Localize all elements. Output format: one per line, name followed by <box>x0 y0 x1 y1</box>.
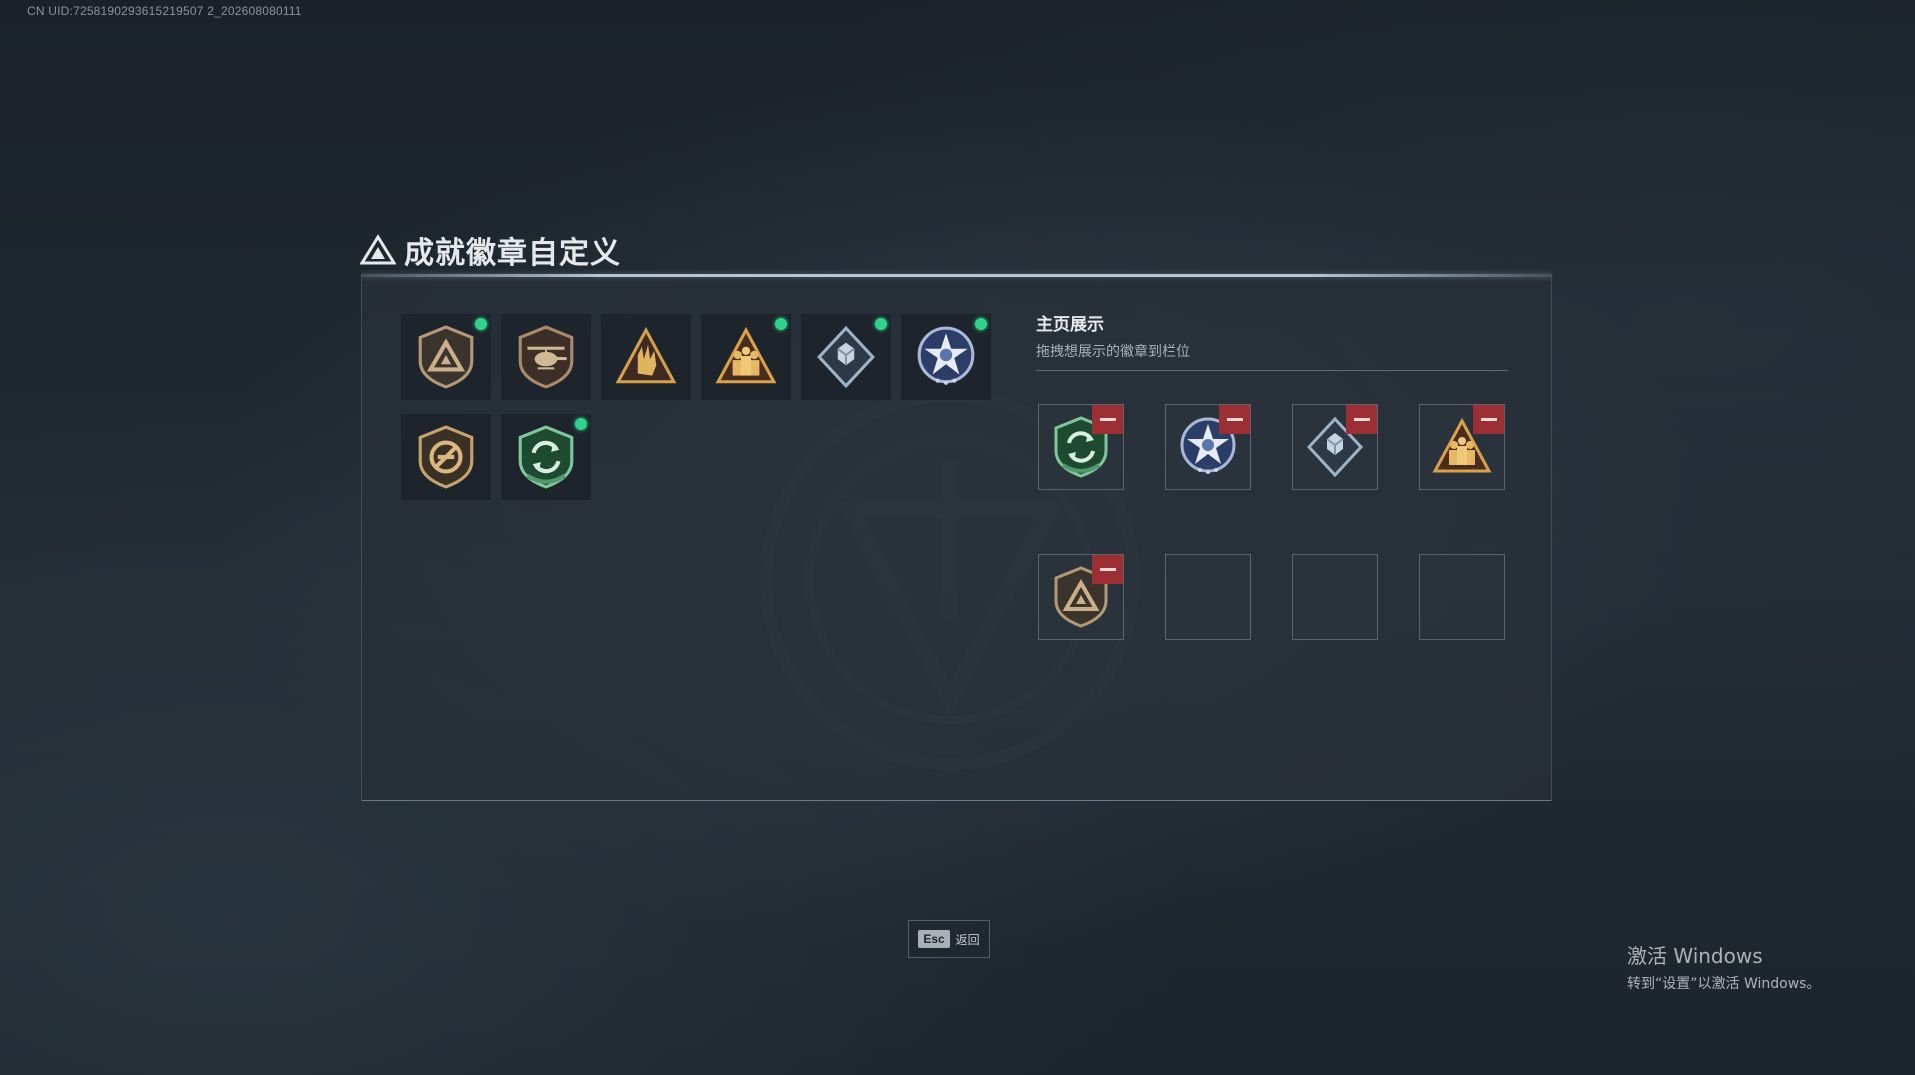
minus-icon <box>1353 418 1370 421</box>
new-indicator-dot <box>475 318 487 330</box>
display-slot-2[interactable] <box>1165 404 1251 490</box>
owned-badge-3[interactable] <box>601 314 691 400</box>
owned-badge-8[interactable] <box>501 414 591 500</box>
panel-bottom-divider <box>362 800 1551 801</box>
display-divider <box>1036 370 1508 371</box>
owned-badge-7[interactable] <box>401 414 491 500</box>
minus-icon <box>1480 418 1497 421</box>
new-indicator-dot <box>875 318 887 330</box>
page-title: 成就徽章自定义 <box>404 236 621 271</box>
windows-activation-watermark: 激活 Windows 转到“设置”以激活 Windows。 <box>1627 940 1820 993</box>
silver-crystal-diamond-badge-icon <box>817 325 875 389</box>
back-label: 返回 <box>955 932 980 947</box>
watermark-subtitle: 转到“设置”以激活 Windows。 <box>1627 976 1821 992</box>
new-indicator-dot <box>975 318 987 330</box>
minus-icon <box>1099 568 1116 571</box>
esc-back-button[interactable]: Esc 返回 <box>908 920 990 958</box>
page-title-bar: 成就徽章自定义 <box>360 228 621 272</box>
remove-badge-button[interactable] <box>1092 555 1123 584</box>
display-slot-8-empty[interactable] <box>1419 554 1505 640</box>
owned-badge-5[interactable] <box>801 314 891 400</box>
esc-key-hint: Esc <box>918 930 950 948</box>
badge-customize-panel: 主页展示 拖拽想展示的徽章到栏位 <box>361 274 1552 801</box>
owned-badge-6[interactable] <box>901 314 991 400</box>
display-slot-7-empty[interactable] <box>1292 554 1378 640</box>
green-cycle-shield-badge-icon <box>518 425 574 489</box>
helicopter-shield-badge-icon <box>518 325 574 389</box>
display-section-subtitle: 拖拽想展示的徽章到栏位 <box>1036 344 1190 360</box>
new-indicator-dot <box>775 318 787 330</box>
display-slot-6-empty[interactable] <box>1165 554 1251 640</box>
user-uid-text: CN UID:7258190293615219507 2_20260808011… <box>27 4 302 18</box>
owned-badge-4[interactable] <box>701 314 791 400</box>
remove-badge-button[interactable] <box>1473 405 1504 434</box>
screen: CN UID:7258190293615219507 2_20260808011… <box>0 0 1915 1075</box>
remove-badge-button[interactable] <box>1346 405 1377 434</box>
watermark-title: 激活 Windows <box>1627 944 1763 968</box>
delta-logo-icon <box>360 234 396 265</box>
remove-badge-button[interactable] <box>1092 405 1123 434</box>
tan-no-gun-shield-badge-icon <box>418 425 474 489</box>
minus-icon <box>1099 418 1116 421</box>
display-slot-1[interactable] <box>1038 404 1124 490</box>
display-slot-3[interactable] <box>1292 404 1378 490</box>
owned-badge-1[interactable] <box>401 314 491 400</box>
gold-hand-sign-badge-icon <box>615 326 677 384</box>
display-slot-5[interactable] <box>1038 554 1124 640</box>
blue-star-medal-badge-icon <box>917 326 975 385</box>
homepage-display-header: 主页展示 拖拽想展示的徽章到栏位 <box>1036 314 1508 361</box>
remove-badge-button[interactable] <box>1219 405 1250 434</box>
gold-soldiers-triangle-badge-icon <box>715 326 777 384</box>
tan-triangle-shield-badge-icon <box>418 325 474 389</box>
display-slot-4[interactable] <box>1419 404 1505 490</box>
minus-icon <box>1226 418 1243 421</box>
display-section-title: 主页展示 <box>1036 315 1104 335</box>
panel-top-divider <box>362 274 1551 277</box>
owned-badge-2[interactable] <box>501 314 591 400</box>
new-indicator-dot <box>575 418 587 430</box>
